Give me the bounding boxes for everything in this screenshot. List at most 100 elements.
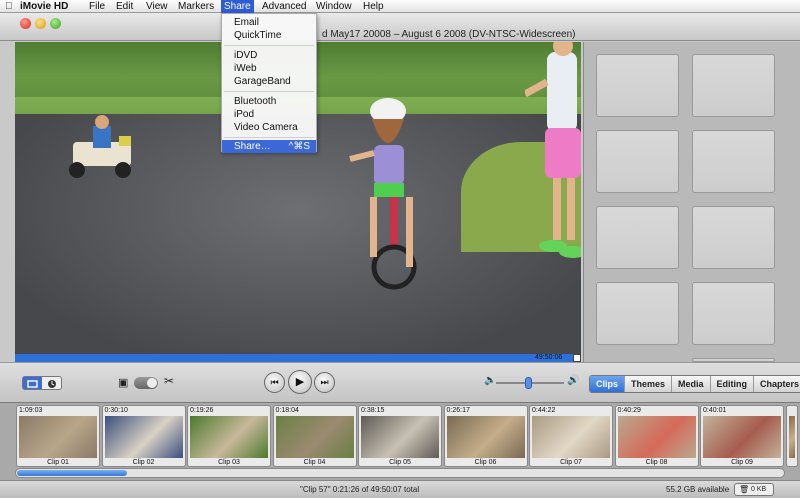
clip-duration: 0:30:10 [104, 407, 128, 414]
tab-editing[interactable]: Editing [710, 376, 755, 392]
clip-slot[interactable] [692, 54, 775, 117]
clip-image [19, 416, 97, 458]
rewind-icon: ⏮ [270, 377, 279, 387]
clip-view-button[interactable] [23, 377, 42, 389]
clip-duration: 0:19:26 [190, 407, 214, 414]
girl-on-bike-figure [349, 98, 417, 290]
tab-media[interactable]: Media [672, 376, 711, 392]
clip-slot[interactable] [596, 206, 679, 269]
clip-image [532, 416, 610, 458]
scissors-icon[interactable]: ✂ [164, 374, 174, 388]
menu-share[interactable]: Share [221, 0, 254, 13]
clip-name: Clip 01 [47, 459, 69, 466]
clip-slot[interactable] [596, 130, 679, 193]
clip-image [617, 416, 696, 458]
share-menu-item-label: Share… [234, 141, 271, 152]
status-bar: "Clip 57" 0:21:26 of 49:50:07 total 55.2… [0, 480, 800, 498]
share-menu-item-iweb[interactable]: iWeb [222, 62, 316, 75]
tab-themes[interactable]: Themes [625, 376, 673, 392]
clip-viewer-scrollbar[interactable] [15, 468, 785, 478]
clip-name: Clip 09 [731, 459, 753, 466]
menu-view[interactable]: View [143, 0, 171, 13]
clip-thumbnail[interactable]: 0:26:17 Clip 06 [443, 405, 528, 467]
timecode-label: 49:50:06 [535, 354, 563, 361]
clip-name: Clip 04 [303, 459, 326, 466]
menu-window[interactable]: Window [313, 0, 355, 13]
clip-name: Clip 02 [132, 459, 155, 466]
menu-help[interactable]: Help [360, 0, 387, 13]
share-menu-item-email[interactable]: Email [222, 16, 316, 29]
clip-thumbnail[interactable] [785, 405, 798, 467]
menu-advanced[interactable]: Advanced [259, 0, 309, 13]
clip-image [104, 416, 183, 458]
share-menu-item-share[interactable]: Share… ^⌘S [222, 140, 316, 153]
forward-icon: ⏭ [320, 377, 329, 387]
pane-tabs: Clips Themes Media Editing Chapters [589, 375, 800, 393]
clip-image [275, 416, 354, 458]
clip-name: Clip 05 [389, 459, 411, 466]
menu-file[interactable]: File [86, 0, 108, 13]
clip-name: Clip 07 [560, 459, 582, 466]
share-menu-item-bluetooth[interactable]: Bluetooth [222, 95, 316, 108]
clip-thumbnail[interactable]: 0:18:04 Clip 04 [272, 405, 357, 467]
clip-thumbnail[interactable]: 0:30:10 Clip 02 [101, 405, 186, 467]
playhead-handle[interactable] [573, 354, 581, 362]
menu-markers[interactable]: Markers [175, 0, 217, 13]
menu-edit[interactable]: Edit [113, 0, 136, 13]
menu-separator [224, 45, 314, 46]
share-menu-item-garageband[interactable]: GarageBand [222, 75, 316, 88]
zoom-button[interactable] [50, 18, 61, 29]
clip-image [190, 416, 268, 458]
clip-image [703, 416, 781, 458]
disk-space-label: 55.2 GB available [666, 485, 730, 494]
video-scrubber-bar[interactable] [15, 354, 581, 362]
clip-slot[interactable] [692, 130, 775, 193]
timeline-view-button[interactable] [43, 377, 62, 389]
status-text: "Clip 57" 0:21:26 of 49:50:07 total [300, 485, 420, 494]
close-button[interactable] [20, 18, 31, 29]
clip-duration: 0:44:22 [532, 407, 556, 414]
menu-imovie-hd[interactable]: iMovie HD [17, 0, 71, 13]
clip-slot[interactable] [692, 206, 775, 269]
volume-high-icon: 🔊 [567, 375, 580, 386]
toy-car-figure [69, 115, 131, 178]
trash-button[interactable]: 🗑 0 KB [734, 483, 774, 496]
share-menu-item-quicktime[interactable]: QuickTime [222, 29, 316, 42]
clip-thumbnail[interactable]: 0:38:15 Clip 05 [358, 405, 442, 467]
clip-slot[interactable] [596, 54, 679, 117]
clip-thumbnail[interactable]: 0:40:01 Clip 09 [700, 405, 784, 467]
share-menu-item-video-camera[interactable]: Video Camera [222, 121, 316, 134]
shortcut-label: ^⌘S [288, 141, 310, 152]
clip-name: Clip 06 [474, 459, 497, 466]
tab-chapters[interactable]: Chapters [754, 376, 800, 392]
view-toggle[interactable] [22, 376, 62, 390]
clip-name: Clip 03 [218, 459, 240, 466]
menu-bar:  iMovie HD File Edit View Markers Share Advan… [0, 0, 800, 13]
clip-duration: 0:18:04 [275, 407, 299, 414]
tab-clips[interactable]: Clips [590, 376, 626, 392]
clip-image [788, 416, 795, 458]
trash-icon: 🗑 [739, 485, 750, 494]
clip-thumbnail[interactable]: 1:09:03 Clip 01 [16, 405, 100, 467]
share-menu-item-ipod[interactable]: iPod [222, 108, 316, 121]
share-menu: Email QuickTime iDVD iWeb GarageBand Bluetoot… [221, 13, 317, 153]
window-title: d May17 20008 – August 6 2008 (DV-NTSC-W… [322, 29, 576, 40]
share-menu-item-idvd[interactable]: iDVD [222, 49, 316, 62]
clip-thumbnail[interactable]: 0:19:26 Clip 03 [187, 405, 271, 467]
play-button[interactable]: ▶ [288, 370, 312, 394]
clips-pane [583, 42, 800, 362]
clip-image [361, 416, 439, 458]
clip-slot[interactable] [692, 282, 775, 345]
minimize-button[interactable] [35, 18, 46, 29]
volume-slider-knob[interactable] [524, 377, 532, 389]
clip-name: Clip 08 [645, 459, 668, 466]
adult-figure [525, 42, 581, 258]
forward-button[interactable]: ⏭ [314, 372, 335, 393]
clip-slot[interactable] [596, 282, 679, 345]
scrollbar-thumb[interactable] [17, 470, 127, 476]
clip-thumbnail[interactable]: 0:40:29 Clip 08 [614, 405, 699, 467]
clip-thumbnail[interactable]: 0:44:22 Clip 07 [529, 405, 613, 467]
apple-menu-icon[interactable]:  [5, 0, 13, 13]
rewind-button[interactable]: ⏮ [264, 372, 285, 393]
camera-mode-switch[interactable] [134, 377, 158, 389]
